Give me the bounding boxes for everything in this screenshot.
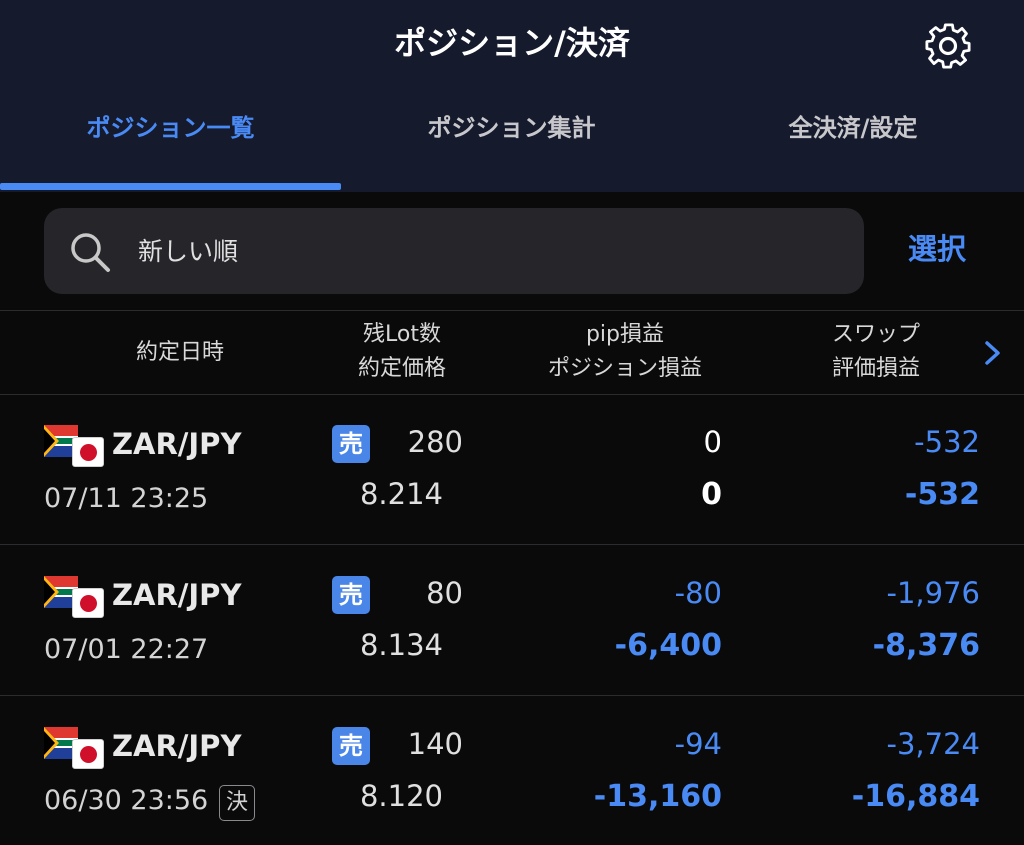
currency-pair: ZAR/JPY: [112, 427, 242, 461]
pip-pl: 0: [703, 425, 722, 459]
pip-pl: -80: [674, 576, 722, 610]
search-icon: [71, 233, 110, 272]
japan-flag-icon: [72, 437, 104, 467]
tab-position-summary[interactable]: ポジション集計: [341, 108, 682, 156]
eval-pl: -8,376: [872, 628, 980, 663]
header-bar: ポジション/決済 ポジション一覧 ポジション集計 全決済/設定: [0, 0, 1024, 192]
gear-icon[interactable]: [920, 18, 976, 74]
tab-position-list[interactable]: ポジション一覧: [0, 108, 341, 156]
swap-value: -532: [914, 425, 980, 459]
chevron-right-icon[interactable]: [982, 338, 1004, 368]
divider: [0, 544, 1024, 545]
remaining-lots: 140: [407, 727, 463, 761]
japan-flag-icon: [72, 588, 104, 618]
swap-value: -3,724: [886, 727, 981, 761]
eval-pl: -16,884: [851, 779, 980, 814]
active-tab-indicator: [0, 183, 341, 190]
eval-pl: -532: [904, 477, 980, 512]
column-header-position-pl: ポジション損益: [547, 356, 702, 381]
sort-search-box[interactable]: 新しい順: [44, 208, 864, 294]
column-header-swap: スワップ: [831, 322, 920, 347]
column-header-price: 約定価格: [357, 356, 446, 381]
swap-value: -1,976: [886, 576, 981, 610]
tab-close-all-settings[interactable]: 全決済/設定: [682, 108, 1024, 156]
position-row[interactable]: ZAR/JPY 07/11 23:25 売 280 8.214 0 0 -532…: [0, 395, 1024, 545]
sell-badge: 売: [332, 576, 370, 614]
sort-order-label: 新しい順: [138, 237, 239, 266]
remaining-lots: 80: [426, 576, 463, 610]
remaining-lots: 280: [407, 425, 463, 459]
column-header-date: 約定日時: [135, 340, 224, 365]
column-header-eval-pl: 評価損益: [831, 356, 920, 381]
trade-price: 8.214: [359, 477, 443, 511]
position-pl: -6,400: [614, 628, 722, 663]
trade-price: 8.134: [359, 628, 443, 662]
japan-flag-icon: [72, 739, 104, 769]
trade-datetime: 07/11 23:25: [44, 483, 209, 514]
column-header-lots: 残Lot数: [363, 322, 441, 347]
currency-pair: ZAR/JPY: [112, 729, 242, 763]
divider: [0, 695, 1024, 696]
sell-badge: 売: [332, 425, 370, 463]
position-pl: 0: [701, 477, 722, 512]
sell-badge: 売: [332, 727, 370, 765]
trade-datetime: 07/01 22:27: [44, 634, 209, 665]
divider: [0, 310, 1024, 311]
settle-order-badge: 決: [219, 785, 255, 821]
position-row[interactable]: ZAR/JPY 07/01 22:27 売 80 8.134 -80 -6,40…: [0, 546, 1024, 696]
trade-price: 8.120: [359, 779, 443, 813]
column-header-pip: pip損益: [585, 322, 665, 347]
position-pl: -13,160: [593, 779, 722, 814]
pip-pl: -94: [674, 727, 722, 761]
page-title: ポジション/決済: [394, 24, 630, 62]
position-row[interactable]: ZAR/JPY 06/30 23:56 決 売 140 8.120 -94 -1…: [0, 697, 1024, 845]
select-button[interactable]: 選択: [908, 226, 966, 268]
currency-pair: ZAR/JPY: [112, 578, 242, 612]
trade-datetime: 06/30 23:56: [44, 785, 209, 816]
